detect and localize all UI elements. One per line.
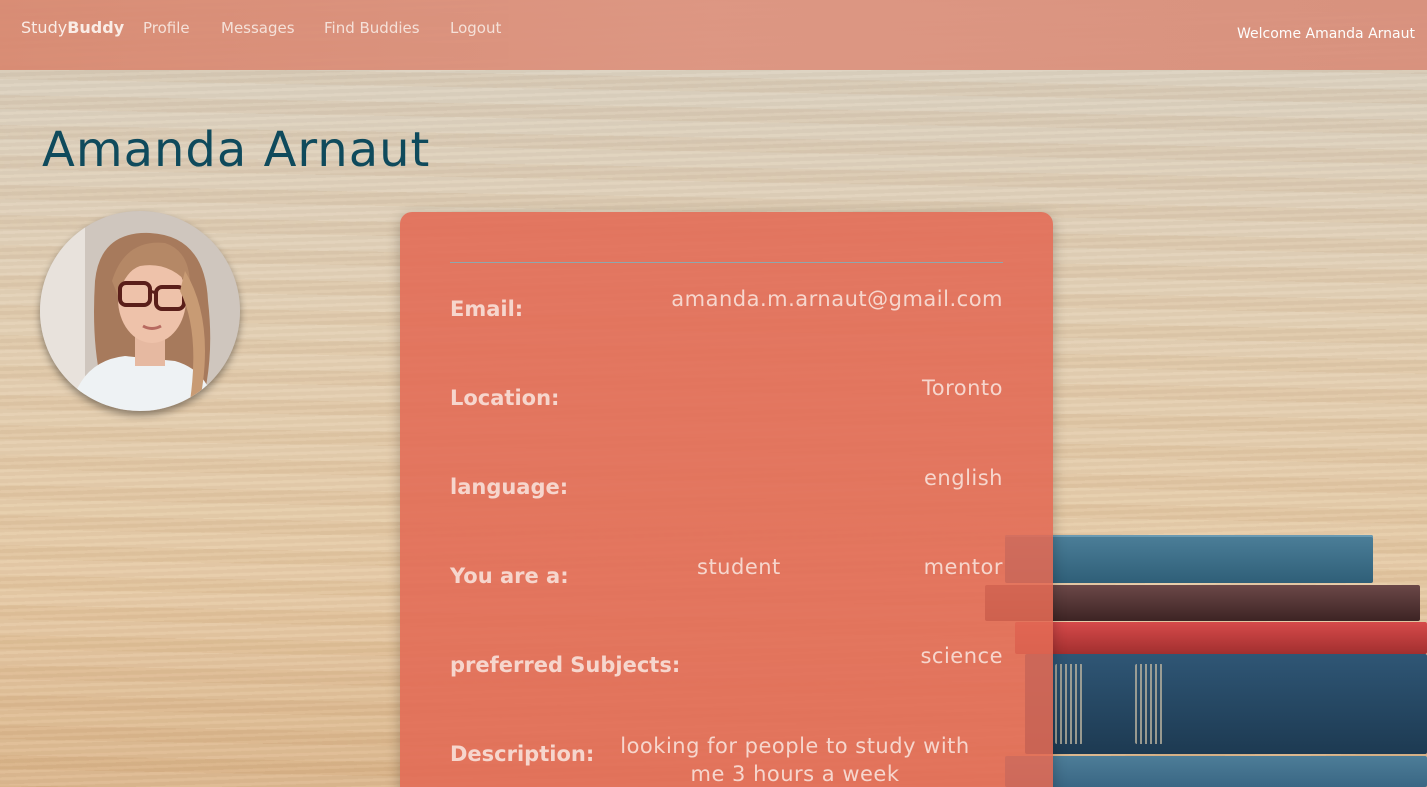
nav-link-find-buddies[interactable]: Find Buddies — [324, 19, 420, 37]
subjects-value: science — [920, 644, 1003, 668]
language-value: english — [924, 466, 1003, 490]
role-option-mentor: mentor — [923, 555, 1003, 579]
brand-text-bold: Buddy — [67, 18, 125, 37]
brand-text-light: Study — [21, 18, 68, 37]
role-label: You are a: — [450, 564, 569, 588]
page-title: Amanda Arnaut — [42, 122, 431, 178]
location-label: Location: — [450, 386, 560, 410]
description-value: looking for people to study with me 3 ho… — [620, 734, 970, 786]
subjects-label: preferred Subjects: — [450, 653, 681, 677]
nav-link-profile[interactable]: Profile — [143, 19, 190, 37]
nav-link-messages[interactable]: Messages — [221, 19, 295, 37]
welcome-message: Welcome Amanda Arnaut — [1237, 26, 1415, 42]
card-divider — [450, 262, 1003, 263]
email-value: amanda.m.arnaut@gmail.com — [671, 287, 1003, 311]
brand-logo[interactable]: StudyBuddy — [21, 18, 124, 37]
avatar-photo — [40, 211, 240, 411]
email-label: Email: — [450, 297, 524, 321]
avatar — [40, 211, 240, 411]
location-value: Toronto — [921, 376, 1003, 400]
profile-card: Email: amanda.m.arnaut@gmail.com Locatio… — [400, 212, 1053, 787]
navbar: StudyBuddy Profile Messages Find Buddies… — [0, 0, 1427, 70]
role-option-student: student — [697, 555, 781, 579]
language-label: language: — [450, 475, 569, 499]
nav-link-logout[interactable]: Logout — [450, 19, 501, 37]
description-label: Description: — [450, 742, 595, 766]
